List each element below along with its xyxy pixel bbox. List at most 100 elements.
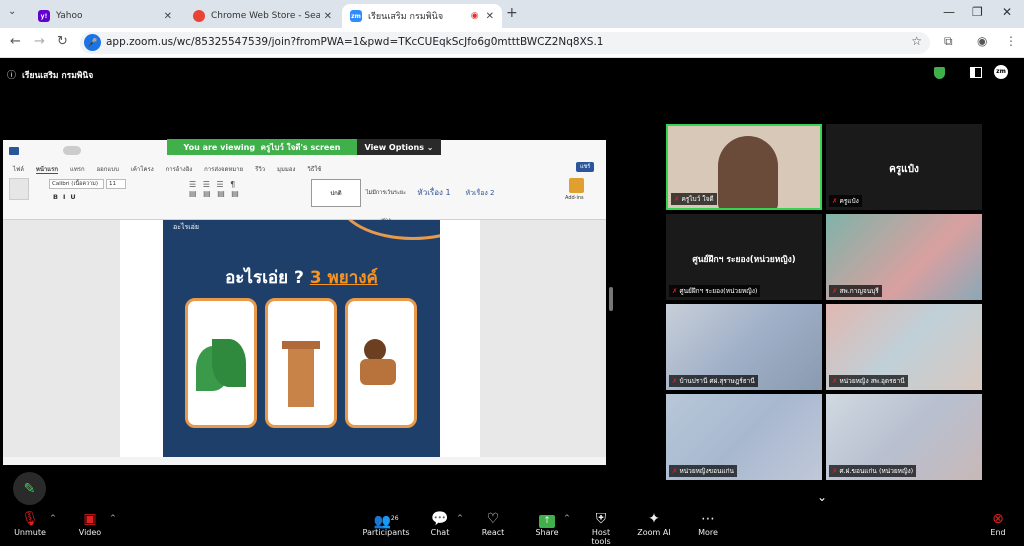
tab-yahoo[interactable]: y! Yahoo ✕	[30, 4, 180, 28]
style-heading-2[interactable]: หัวเรื่อง 2	[459, 179, 501, 207]
podium-top	[282, 341, 320, 349]
zoom-ai-label: Zoom AI	[637, 528, 671, 537]
font-size-select[interactable]: 11	[106, 179, 126, 189]
info-icon[interactable]: ⓘ	[7, 68, 16, 81]
participant-name: ✗ ศูนย์ฝึกฯ ระยอง(หน่วยหญิง)	[669, 285, 761, 297]
close-window-button[interactable]: ✕	[1002, 5, 1012, 19]
back-icon[interactable]: ←	[10, 34, 21, 49]
participant-tile[interactable]: ✗ หน่วยหญิงขอนแก่น	[666, 394, 822, 480]
layout-view-icon[interactable]	[970, 67, 982, 78]
style-no-spacing[interactable]: ไม่มีการเว้นระยะห่าง	[363, 179, 409, 224]
participant-display-name: ศูนย์ฝึกฯ ระยอง(หน่วยหญิง)	[692, 255, 796, 265]
zoom-ai-button[interactable]: ✦ Zoom AI	[636, 508, 672, 544]
participant-tile[interactable]: ✗ สพ.กาญจนบุรี	[826, 214, 982, 300]
close-icon[interactable]: ✕	[164, 11, 172, 22]
participant-name: ✗ หน่วยหญิง สพ.อุดรธานี	[829, 375, 908, 387]
share-button[interactable]: ↑ Share	[532, 508, 562, 544]
participant-tile[interactable]: ✗ หน่วยหญิง สพ.อุดรธานี	[826, 304, 982, 390]
more-button[interactable]: ⋯ More	[694, 508, 722, 544]
chevron-up-icon[interactable]: ^	[457, 514, 463, 522]
pen-icon: ✎	[23, 480, 36, 497]
view-options-button[interactable]: View Options ⌄	[357, 139, 441, 155]
muted-mic-icon: ✗	[832, 197, 838, 205]
ribbon-tab[interactable]: มุมมอง	[277, 166, 295, 173]
ribbon-tab[interactable]: ออกแบบ	[97, 166, 119, 173]
participant-tile[interactable]: ครูแป๋ง ✗ ครูแป๋ง	[826, 124, 982, 210]
extensions-icon[interactable]: ⧉	[944, 34, 953, 49]
encryption-shield-icon[interactable]	[934, 67, 945, 79]
host-tools-button[interactable]: ⛨ Host tools	[582, 508, 620, 546]
paragraph-buttons-icon[interactable]: ☰ ☰ ☰ ¶ ▤ ▤ ▤ ▤	[189, 180, 299, 208]
ribbon-tab[interactable]: การอ้างอิง	[166, 166, 193, 173]
font-name-select[interactable]: Calibri (เนื้อความ)	[49, 179, 104, 189]
participant-name: ✗ สพ.กาญจนบุรี	[829, 285, 882, 297]
new-tab-button[interactable]: +	[506, 5, 518, 21]
ribbon-tab[interactable]: การส่งจดหมาย	[204, 166, 243, 173]
slide-title-highlight: 3 พยางค์	[309, 268, 378, 288]
chevron-down-icon: ⌄	[426, 142, 434, 152]
participants-button[interactable]: 👥26 Participants	[362, 508, 410, 544]
participant-tile[interactable]: ✗ ศ.ฝ.ขอนแก่น (หน่วยหญิง)	[826, 394, 982, 480]
share-doc-button[interactable]: แชร์	[576, 162, 595, 172]
url-text[interactable]: app.zoom.us/wc/85325547539/join?fromPWA=…	[106, 36, 603, 48]
reload-icon[interactable]: ↻	[57, 34, 68, 49]
forward-icon[interactable]: →	[34, 34, 45, 49]
ribbon-tab[interactable]: หน้าแรก	[35, 166, 59, 174]
ribbon-tab[interactable]: แทรก	[70, 166, 85, 173]
style-heading-1[interactable]: หัวเรื่อง 1	[411, 179, 457, 207]
chevron-up-icon[interactable]: ^	[50, 514, 56, 522]
minimize-button[interactable]: —	[943, 5, 955, 19]
unmute-label: Unmute	[14, 528, 46, 537]
tab-search-icon[interactable]: ⌄	[8, 6, 16, 17]
tab-chrome-web-store[interactable]: Chrome Web Store - Search Re ✕	[185, 4, 340, 28]
podium-icon	[288, 349, 314, 407]
video-button[interactable]: ▣ Video	[72, 508, 108, 544]
bookmark-star-icon[interactable]: ☆	[911, 34, 922, 48]
react-button[interactable]: ♡ React	[478, 508, 508, 544]
maximize-button[interactable]: ❐	[972, 5, 983, 19]
participant-name: ✗ บ้านปรานี ศฝ.สุราษฎร์ธานี	[669, 375, 758, 387]
site-info-icon[interactable]: 🎤	[84, 34, 101, 51]
chat-icon: 💬	[431, 511, 449, 527]
meeting-controls: 🎙 Unmute ^ ▣ Video ^ 👥26 Participants 💬 …	[0, 508, 1024, 546]
muted-mic-icon: ✗	[674, 195, 680, 203]
ribbon-tab[interactable]: ไฟล์	[13, 166, 24, 173]
annotate-pen-button[interactable]: ✎	[13, 472, 46, 505]
unmute-button[interactable]: 🎙 Unmute	[10, 508, 50, 544]
addins-icon[interactable]	[569, 178, 584, 193]
participant-tile[interactable]: ศูนย์ฝึกฯ ระยอง(หน่วยหญิง) ✗ ศูนย์ฝึกฯ ระ…	[666, 214, 822, 300]
ribbon-tab[interactable]: รีวิว	[255, 166, 265, 173]
autosave-toggle[interactable]	[63, 146, 81, 155]
end-label: End	[990, 528, 1006, 537]
address-bar[interactable]: 🎤 app.zoom.us/wc/85325547539/join?fromPW…	[80, 32, 930, 54]
addins-label: Add-ins	[565, 195, 584, 201]
document-status-bar	[3, 457, 606, 465]
meeting-title: เรียนเสริม กรมพินิจ	[22, 71, 94, 81]
menu-icon[interactable]: ⋮	[1005, 34, 1017, 48]
format-buttons-icon[interactable]: BIU	[53, 193, 81, 201]
slide-card-podium	[265, 298, 337, 428]
style-normal[interactable]: ปกติ	[311, 179, 361, 207]
yahoo-icon: y!	[38, 10, 50, 22]
slide-title-text: อะไรเอ่ย ?	[225, 268, 304, 288]
participant-tile[interactable]: ✗ ครูไบว์ ใจดี	[666, 124, 822, 210]
caveman-icon	[364, 339, 386, 361]
more-icon: ⋯	[701, 511, 715, 527]
ribbon-tab[interactable]: วิธีใช้	[307, 166, 321, 173]
profile-icon[interactable]: ◉	[977, 34, 987, 48]
chevron-up-icon[interactable]: ^	[110, 514, 116, 522]
chat-button[interactable]: 💬 Chat	[426, 508, 454, 544]
close-icon[interactable]: ✕	[486, 11, 494, 22]
tab-zoom-meeting[interactable]: zm เรียนเสริม กรมพินิจ ◉ ✕	[342, 4, 502, 28]
paste-icon[interactable]	[9, 178, 29, 200]
chevron-down-icon[interactable]: ⌄	[817, 490, 827, 504]
muted-mic-icon: ✗	[672, 467, 678, 475]
chevron-up-icon[interactable]: ^	[564, 514, 570, 522]
participant-tile[interactable]: ✗ บ้านปรานี ศฝ.สุราษฎร์ธานี	[666, 304, 822, 390]
ribbon-tab[interactable]: เค้าโครง	[131, 166, 154, 173]
end-button[interactable]: ⊗ End	[984, 508, 1012, 544]
viewing-banner: You are viewing ครูไบว์ ใจดี's screen	[167, 139, 357, 155]
caveman-body	[360, 359, 396, 385]
panel-resize-handle[interactable]	[609, 287, 613, 311]
close-icon[interactable]: ✕	[324, 11, 332, 22]
